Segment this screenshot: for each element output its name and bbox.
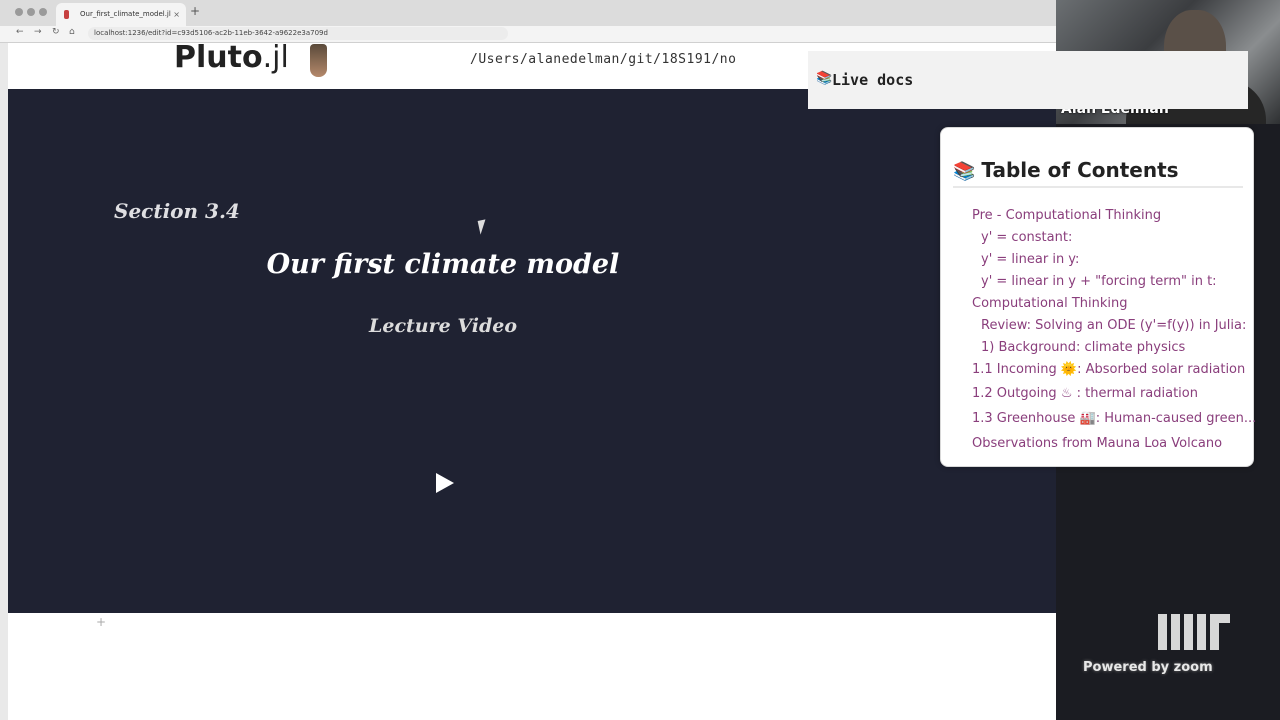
- live-docs-label: Live docs: [832, 71, 914, 89]
- reload-icon[interactable]: ↻: [52, 27, 60, 37]
- toc-item[interactable]: Computational Thinking: [972, 296, 1128, 311]
- toc-item[interactable]: y' = linear in y:: [981, 252, 1079, 267]
- pluto-logo[interactable]: Pluto.jl: [174, 43, 289, 73]
- zoom-watermark: Powered by zoom: [1083, 660, 1213, 675]
- toc-item[interactable]: 1.1 Incoming 🌞: Absorbed solar radiation: [972, 362, 1245, 377]
- toc-item[interactable]: Pre - Computational Thinking: [972, 208, 1161, 223]
- browser-tab-bar: Our_first_climate_model.jl × +: [0, 0, 1056, 26]
- toc-item[interactable]: y' = linear in y + "forcing term" in t:: [981, 274, 1217, 289]
- toc-title: Table of Contents: [981, 158, 1179, 182]
- tab-title: Our_first_climate_model.jl: [80, 10, 171, 18]
- mouse-cursor-icon: [477, 219, 489, 235]
- logo-text: Pluto: [174, 40, 263, 75]
- notebook-output-cell: Section 3.4 Our first climate model Lect…: [8, 89, 1056, 613]
- toc-item[interactable]: 1.2 Outgoing ♨ : thermal radiation: [972, 386, 1198, 401]
- play-icon[interactable]: [436, 473, 454, 493]
- toc-item[interactable]: Observations from Mauna Loa Volcano: [972, 436, 1222, 451]
- add-cell-icon[interactable]: +: [96, 615, 106, 629]
- section-heading: Section 3.4: [114, 199, 240, 223]
- table-of-contents: 📚 Table of Contents Pre - Computational T…: [940, 127, 1256, 467]
- toc-header: 📚 Table of Contents: [953, 158, 1243, 188]
- url-input[interactable]: localhost:1236/edit?id=c93d5106-ac2b-11e…: [88, 27, 508, 40]
- books-icon: 📚: [816, 71, 833, 86]
- notebook-path-field[interactable]: /Users/alanedelman/git/18S191/no: [470, 52, 736, 67]
- pluto-favicon-icon: [64, 10, 69, 19]
- pluto-mascot-icon: [310, 44, 327, 77]
- forward-icon[interactable]: →: [34, 27, 42, 37]
- notebook-cell-area: +: [8, 613, 1056, 720]
- home-icon[interactable]: ⌂: [69, 27, 75, 37]
- logo-suffix: .jl: [262, 40, 289, 75]
- window-minimize-icon[interactable]: [27, 8, 35, 16]
- address-bar: ← → ↻ ⌂ localhost:1236/edit?id=c93d5106-…: [0, 26, 1056, 43]
- new-tab-button[interactable]: +: [190, 4, 200, 18]
- toc-item[interactable]: 1) Background: climate physics: [981, 340, 1185, 355]
- mit-logo: [1158, 614, 1230, 650]
- tab-close-icon[interactable]: ×: [173, 3, 180, 26]
- live-docs-panel[interactable]: 📚 Live docs: [808, 51, 1248, 109]
- lecture-video-heading: Lecture Video: [369, 315, 517, 337]
- window-close-icon[interactable]: [15, 8, 23, 16]
- toc-item[interactable]: 1.3 Greenhouse 🏭: Human-caused green...: [972, 411, 1256, 426]
- window-maximize-icon[interactable]: [39, 8, 47, 16]
- notebook-title: Our first climate model: [266, 249, 620, 280]
- toc-item[interactable]: Review: Solving an ODE (y'=f(y)) in Juli…: [981, 318, 1246, 333]
- browser-tab[interactable]: Our_first_climate_model.jl ×: [56, 3, 186, 26]
- back-icon[interactable]: ←: [16, 27, 24, 37]
- books-icon: 📚: [953, 161, 976, 182]
- toc-item[interactable]: y' = constant:: [981, 230, 1072, 245]
